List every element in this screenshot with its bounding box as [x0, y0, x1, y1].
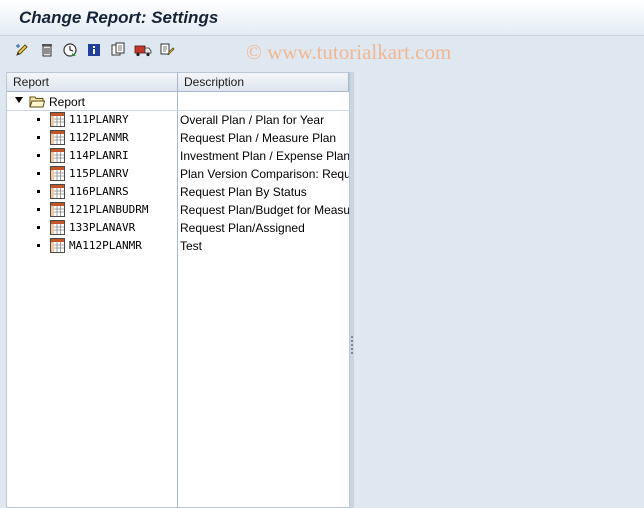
table-row[interactable]: 116PLANRS Request Plan By Status: [7, 183, 349, 201]
tree-bullet: [37, 118, 40, 121]
table-row[interactable]: 121PLANBUDRM Request Plan/Budget for Meas…: [7, 201, 349, 219]
report-description: Overall Plan / Plan for Year: [180, 113, 325, 127]
report-name[interactable]: 112PLANMR: [69, 131, 129, 144]
report-icon: [50, 220, 65, 235]
copy-icon[interactable]: [109, 41, 127, 59]
report-description: Plan Version Comparison: Request: [180, 167, 349, 181]
table-row[interactable]: 114PLANRI Investment Plan / Expense Plan: [7, 147, 349, 165]
collapse-icon[interactable]: [15, 97, 23, 103]
report-icon: [50, 148, 65, 163]
report-description: Request Plan/Budget for Measure: [180, 203, 349, 217]
delete-icon[interactable]: [38, 41, 56, 59]
report-name[interactable]: 121PLANBUDRM: [69, 203, 148, 216]
tree-bullet: [37, 208, 40, 211]
tree-root-label: Report: [49, 95, 86, 109]
check-icon[interactable]: [158, 41, 176, 59]
report-name[interactable]: MA112PLANMR: [69, 239, 142, 252]
tree-root-row[interactable]: Report: [7, 93, 349, 111]
report-name[interactable]: 114PLANRI: [69, 149, 129, 162]
column-header-description[interactable]: Description: [178, 73, 349, 92]
tree-bullet: [37, 154, 40, 157]
report-icon: [50, 238, 65, 253]
report-name[interactable]: 111PLANRY: [69, 113, 129, 126]
report-icon: [50, 112, 65, 127]
folder-open-icon: [29, 96, 45, 108]
report-name[interactable]: 115PLANRV: [69, 167, 129, 180]
page-title: Change Report: Settings: [19, 8, 219, 27]
report-description: Test: [180, 239, 203, 253]
report-description: Request Plan/Assigned: [180, 221, 305, 235]
watermark: © www.tutorialkart.com: [246, 40, 452, 64]
tree-bullet: [37, 190, 40, 193]
report-icon: [50, 130, 65, 145]
change-icon[interactable]: [13, 41, 31, 59]
report-tree-table: Report Description Report 111PLANRY Overa…: [6, 72, 350, 508]
info-icon[interactable]: [85, 41, 103, 59]
table-row[interactable]: 115PLANRV Plan Version Comparison: Reques…: [7, 165, 349, 183]
table-row[interactable]: 112PLANMR Request Plan / Measure Plan: [7, 129, 349, 147]
report-description: Request Plan By Status: [180, 185, 307, 199]
splitter-grip-icon[interactable]: [351, 336, 353, 354]
execute-icon[interactable]: [61, 41, 79, 59]
detail-area: [354, 72, 644, 508]
report-icon: [50, 202, 65, 217]
tree-bullet: [37, 136, 40, 139]
table-row[interactable]: MA112PLANMR Test: [7, 237, 349, 255]
report-name[interactable]: 116PLANRS: [69, 185, 129, 198]
tree-bullet: [37, 172, 40, 175]
transport-icon[interactable]: [134, 41, 152, 59]
tree-bullet: [37, 244, 40, 247]
application-toolbar: © www.tutorialkart.com: [0, 37, 644, 67]
title-bar: Change Report: Settings: [0, 0, 644, 36]
report-description: Request Plan / Measure Plan: [180, 131, 337, 145]
column-header-report[interactable]: Report: [7, 73, 178, 92]
report-icon: [50, 166, 65, 181]
table-row[interactable]: 133PLANAVR Request Plan/Assigned: [7, 219, 349, 237]
report-icon: [50, 184, 65, 199]
report-name[interactable]: 133PLANAVR: [69, 221, 135, 234]
table-row[interactable]: 111PLANRY Overall Plan / Plan for Year: [7, 111, 349, 129]
tree-bullet: [37, 226, 40, 229]
report-description: Investment Plan / Expense Plan: [180, 149, 349, 163]
